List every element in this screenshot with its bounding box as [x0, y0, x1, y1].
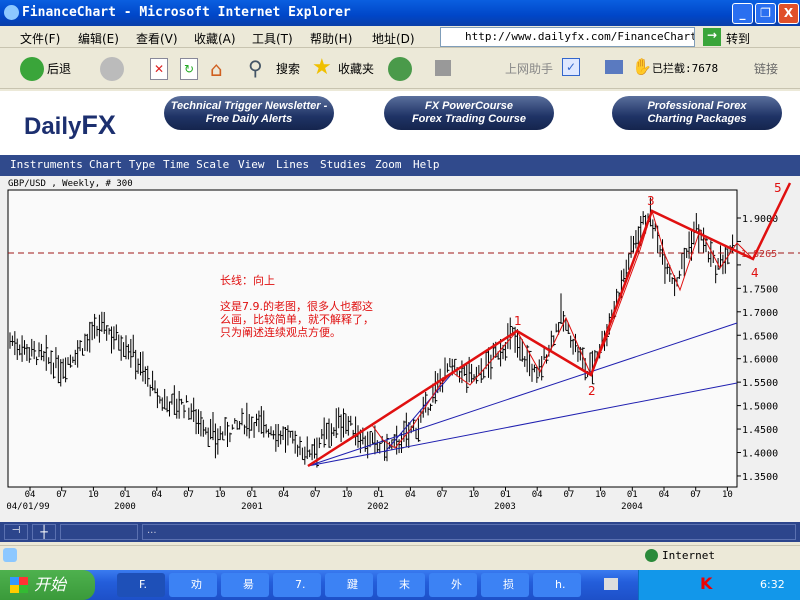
- x-year-label: 2004: [621, 502, 643, 512]
- task-item[interactable]: 7.: [273, 573, 321, 597]
- x-tick-label: 07: [56, 490, 67, 500]
- page-icon: [3, 548, 17, 562]
- task-item[interactable]: 劝: [169, 573, 217, 597]
- chart-status-field: ...: [142, 524, 796, 540]
- x-tick-label: 07: [437, 490, 448, 500]
- x-tick-label: 07: [183, 490, 194, 500]
- task-item[interactable]: 损: [481, 573, 529, 597]
- y-tick-label: 1.7500: [742, 284, 778, 295]
- wave-label-5: 5: [774, 181, 782, 195]
- tool-field: [60, 524, 138, 540]
- x-tick-label: 01: [246, 490, 257, 500]
- task-item[interactable]: h.: [533, 573, 581, 597]
- y-tick-label: 1.4000: [742, 449, 778, 460]
- wave-label-2: 2: [588, 384, 596, 398]
- windows-logo-icon: [10, 577, 28, 593]
- x-tick-label: 01: [500, 490, 511, 500]
- x-year-label: 2001: [241, 502, 263, 512]
- y-tick-label: 1.6000: [742, 355, 778, 366]
- x-tick-label: 07: [690, 490, 701, 500]
- security-zone: Internet: [662, 549, 715, 562]
- x-year-label: 2000: [114, 502, 136, 512]
- x-tick-label: 01: [373, 490, 384, 500]
- pin-tool-icon[interactable]: ⊣: [4, 524, 28, 540]
- y-tick-label: 1.5500: [742, 378, 778, 389]
- globe-icon: [645, 549, 658, 562]
- wave-label-4: 4: [751, 266, 759, 280]
- x-tick-label: 04: [532, 490, 543, 500]
- kaspersky-icon[interactable]: K: [700, 574, 712, 593]
- x-tick-label: 04: [659, 490, 670, 500]
- x-tick-label: 10: [722, 490, 733, 500]
- wave-label-3: 3: [647, 194, 655, 208]
- y-tick-label: 1.3500: [742, 472, 778, 483]
- x-tick-label: 01: [120, 490, 131, 500]
- x-tick-label: 07: [563, 490, 574, 500]
- wave-label-1: 1: [514, 314, 522, 328]
- x-tick-label: 10: [88, 490, 99, 500]
- x-tick-label: 04: [25, 490, 36, 500]
- x-tick-label: 04: [278, 490, 289, 500]
- price-chart[interactable]: 1.90001.75001.70001.65001.60001.55001.50…: [0, 0, 800, 540]
- y-tick-label: 1.6500: [742, 331, 778, 342]
- x-tick-label: 01: [627, 490, 638, 500]
- task-item[interactable]: 末: [377, 573, 425, 597]
- x-tick-label: 04: [405, 490, 416, 500]
- x-year-label: 04/01/99: [6, 502, 49, 512]
- y-tick-label: 1.7000: [742, 308, 778, 319]
- annotation-text: 长线：向上 这是7.9.的老图，很多人也都这 么画，比较简单，就不解释了， 只为阐述…: [220, 274, 374, 339]
- task-item[interactable]: 外: [429, 573, 477, 597]
- task-item[interactable]: F.: [117, 573, 165, 597]
- task-item[interactable]: 踺: [325, 573, 373, 597]
- keyboard-icon[interactable]: [604, 578, 618, 590]
- y-tick-label: 1.4500: [742, 425, 778, 436]
- task-item[interactable]: 昜: [221, 573, 269, 597]
- x-tick-label: 07: [310, 490, 321, 500]
- x-tick-label: 10: [468, 490, 479, 500]
- crosshair-tool-icon[interactable]: ┼: [32, 524, 56, 540]
- y-tick-label: 1.5000: [742, 402, 778, 413]
- x-tick-label: 10: [342, 490, 353, 500]
- clock: 6:32: [760, 578, 785, 591]
- x-year-label: 2003: [494, 502, 516, 512]
- x-tick-label: 10: [595, 490, 606, 500]
- x-year-label: 2002: [367, 502, 389, 512]
- x-tick-label: 10: [215, 490, 226, 500]
- x-tick-label: 04: [151, 490, 162, 500]
